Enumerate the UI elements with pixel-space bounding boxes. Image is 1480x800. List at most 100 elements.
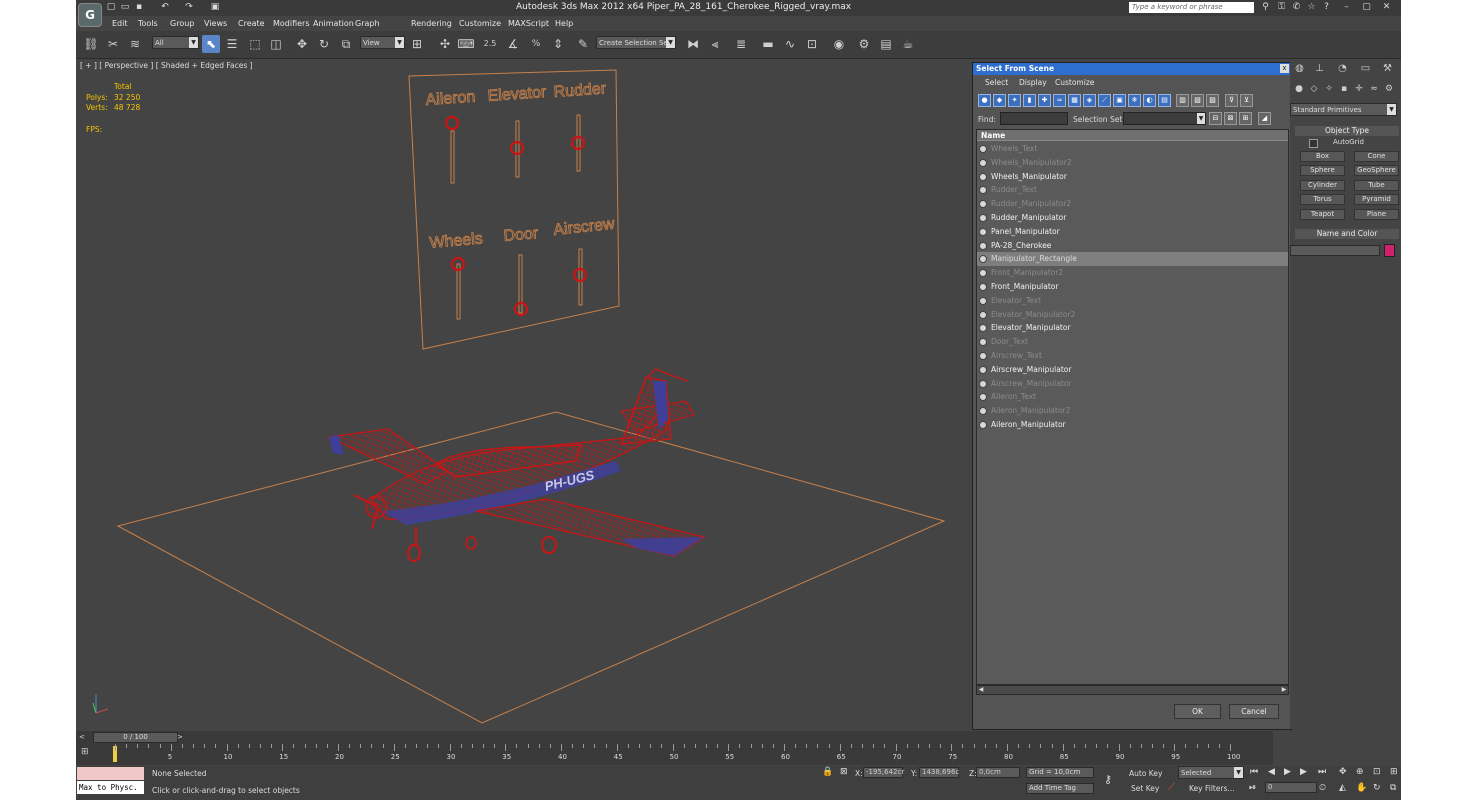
unlink-icon[interactable]: ✂ [104,35,122,53]
object-name-input[interactable] [1290,245,1380,256]
keyboard-shortcut-icon[interactable]: ⌨ [457,35,475,53]
display-none-icon[interactable]: ▥ [1176,94,1189,107]
selection-set-dropdown[interactable]: ▼ [1123,112,1206,125]
menu-create[interactable]: Create [238,17,265,30]
maximize-viewport-icon[interactable]: ⧉ [1390,783,1396,793]
z-coordinate-field[interactable]: 0,0cm [976,767,1020,778]
time-slider[interactable]: < 0 / 100 > [76,731,1273,744]
list-item[interactable]: Elevator_Text [977,294,1288,308]
undo-icon[interactable]: ↶ [160,2,170,12]
key-filters-button[interactable]: Key Filters... [1189,784,1235,793]
geometry-category-icon[interactable]: ● [1293,83,1305,95]
dialog-menu-display[interactable]: Display [1019,78,1047,87]
select-object-icon[interactable]: ⬉ [202,35,220,53]
display-invert-icon[interactable]: ▧ [1191,94,1204,107]
options-arrow-icon[interactable]: ◢ [1258,112,1271,125]
material-editor-icon[interactable]: ◉ [830,35,848,53]
lock-icon[interactable]: 🔒 [822,767,833,777]
display-hidden-icon[interactable]: ◐ [1143,94,1156,107]
display-frozen-icon[interactable]: ❄ [1128,94,1141,107]
list-item[interactable]: Wheels_Text [977,142,1288,156]
auto-key-button[interactable]: Auto Key [1129,769,1162,778]
time-configuration-icon[interactable]: ⏲ [1319,783,1326,793]
list-item[interactable]: Aileron_Manipulator [977,418,1288,432]
track-bar[interactable]: ⊞ 5 10 15 20 25 30 35 40 45 50 55 60 65 70 75 80 85 90 95 1… [76,744,1273,765]
display-geometry-icon[interactable]: ● [978,94,991,107]
go-to-end-icon[interactable]: ⏭ [1318,767,1326,777]
cameras-category-icon[interactable]: ▪ [1338,83,1350,95]
display-groups-icon[interactable]: ▦ [1068,94,1081,107]
zoom-extents-all-icon[interactable]: ⊞ [1390,767,1398,777]
edit-named-selection-icon[interactable]: ✎ [574,35,592,53]
go-to-start-icon[interactable]: ⏮ [1250,767,1258,777]
menu-modifiers[interactable]: Modifiers [273,17,310,30]
help-icon[interactable]: ? [1321,2,1332,13]
plane-button[interactable]: Plane [1354,209,1399,220]
shapes-category-icon[interactable]: ◇ [1308,83,1320,95]
move-icon[interactable]: ✥ [293,35,311,53]
name-and-color-rollout-title[interactable]: Name and Color [1295,229,1399,239]
list-item[interactable]: Rudder_Manipulator2 [977,197,1288,211]
maxscript-input[interactable]: Max to Physc. [77,781,144,794]
display-bones-icon[interactable]: ⟋ [1098,94,1111,107]
list-item[interactable]: Rudder_Text [977,183,1288,197]
maximize-icon[interactable]: ▢ [1361,2,1372,13]
list-item[interactable]: Wheels_Manipulator [977,170,1288,184]
airscrew-slider-knob[interactable] [572,267,588,283]
key-mode-toggle-icon[interactable]: ⏯ [1249,783,1256,793]
communication-icon[interactable]: ✆ [1291,2,1302,13]
menu-edit[interactable]: Edit [112,17,128,30]
favorites-icon[interactable]: ☆ [1306,2,1317,13]
close-icon[interactable]: ✕ [1381,2,1392,13]
teapot-button[interactable]: Teapot [1300,209,1345,220]
display-cameras-icon[interactable]: ▮ [1023,94,1036,107]
mirror-icon[interactable]: ⧓ [684,35,702,53]
maxscript-listener-mini[interactable] [77,767,144,780]
app-logo-button[interactable]: G [78,3,102,27]
list-item[interactable]: Front_Manipulator2 [977,266,1288,280]
select-subtree-icon[interactable]: ⊟ [1209,112,1222,125]
previous-key-icon[interactable]: ◀ [1268,767,1275,777]
cylinder-button[interactable]: Cylinder [1300,180,1345,191]
helpers-category-icon[interactable]: ✛ [1353,83,1365,95]
reference-coordinate-dropdown[interactable]: View ▼ [360,36,405,49]
render-production-icon[interactable]: ☕ [899,35,917,53]
display-space-warps-icon[interactable]: ≈ [1053,94,1066,107]
aircraft-wireframe[interactable]: PH-UGS [326,368,706,562]
list-item[interactable]: Airscrew_Manipulator [977,377,1288,391]
rudder-slider-knob[interactable] [570,135,586,151]
list-item[interactable]: Manipulator_Rectangle [977,252,1288,267]
display-containers-icon[interactable]: ▣ [1113,94,1126,107]
project-folder-icon[interactable]: ▣ [210,2,220,12]
lights-category-icon[interactable]: ✧ [1323,83,1335,95]
list-item[interactable]: Elevator_Manipulator [977,321,1288,335]
spacewarps-category-icon[interactable]: ≈ [1368,83,1380,95]
curve-editor-icon[interactable]: ∿ [781,35,799,53]
box-button[interactable]: Box [1300,151,1345,162]
display-xrefs-icon[interactable]: ◈ [1083,94,1096,107]
list-item[interactable]: Airscrew_Manipulator [977,363,1288,377]
cancel-button[interactable]: Cancel [1229,704,1279,719]
list-item[interactable]: Panel_Manipulator [977,225,1288,239]
menu-maxscript[interactable]: MAXScript [508,17,549,30]
schematic-view-icon[interactable]: ⊡ [803,35,821,53]
scale-icon[interactable]: ⧉ [337,35,355,53]
modify-tab-icon[interactable]: ◍ [1292,61,1307,76]
set-key-button[interactable]: Set Key [1131,784,1159,793]
select-dependents-icon[interactable]: ⊠ [1224,112,1237,125]
display-all-icon[interactable]: ▤ [1158,94,1171,107]
selection-filter-dropdown[interactable]: All ▼ [152,36,199,49]
save-file-icon[interactable]: ▪ [134,2,144,12]
display-shapes-icon[interactable]: ◆ [993,94,1006,107]
list-item[interactable]: Aileron_Text [977,390,1288,404]
spinner-snap-icon[interactable]: ⇕ [549,35,567,53]
systems-category-icon[interactable]: ⚙ [1383,83,1395,95]
current-frame-field[interactable]: 0 [1265,782,1317,793]
motion-tab-icon[interactable]: ◔ [1335,61,1350,76]
window-crossing-icon[interactable]: ◫ [267,35,285,53]
geosphere-button[interactable]: GeoSphere [1354,165,1399,176]
perspective-viewport[interactable]: [ + ] [ Perspective ] [ Shaded + Edged F… [76,59,973,729]
x-coordinate-field[interactable]: -195,642cr [863,767,904,778]
select-by-name-icon[interactable]: ☰ [223,35,241,53]
menu-views[interactable]: Views [204,17,227,30]
